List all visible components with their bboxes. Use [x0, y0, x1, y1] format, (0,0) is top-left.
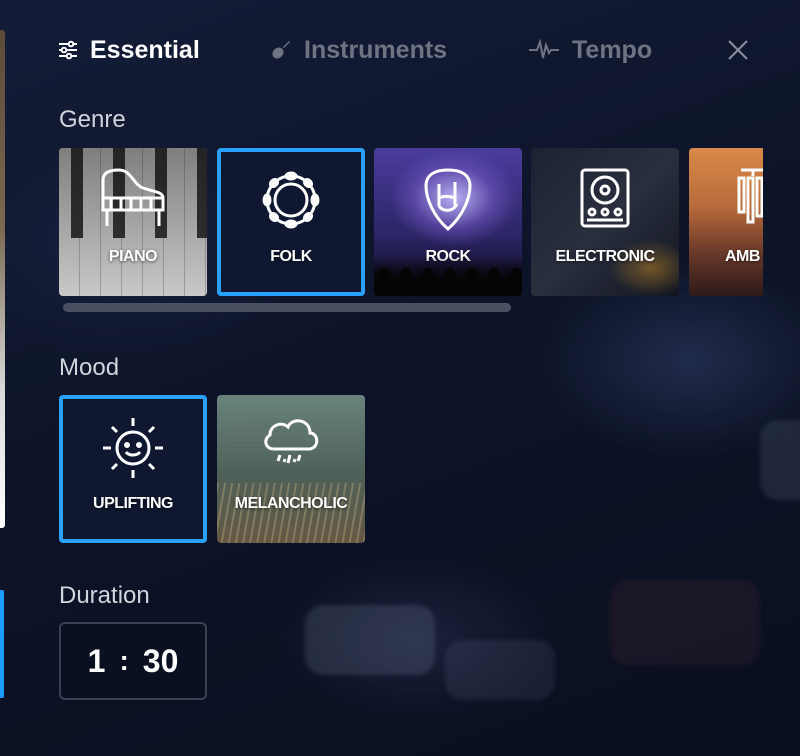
grand-piano-icon	[101, 168, 165, 226]
tab-label: Essential	[90, 35, 200, 64]
tab-label: Tempo	[572, 35, 653, 64]
genre-label: ELECTRONIC	[555, 248, 656, 265]
tab-tempo[interactable]: Tempo	[528, 30, 652, 70]
genre-card-rock[interactable]: ROCK	[374, 148, 522, 296]
genre-label: PIANO	[108, 248, 158, 265]
smiling-sun-icon	[103, 418, 163, 478]
scrollbar-thumb[interactable]	[63, 303, 511, 312]
tab-essential[interactable]: Essential	[58, 30, 200, 70]
duration-separator: :	[119, 645, 129, 676]
duration-seconds[interactable]: 30	[143, 643, 179, 680]
duration-heading: Duration	[59, 582, 150, 609]
wind-chime-icon	[737, 168, 763, 224]
genre-card-electronic[interactable]: ELECTRONIC	[531, 148, 679, 296]
mood-heading: Mood	[59, 354, 120, 381]
genre-label: ROCK	[425, 248, 471, 265]
mood-label: MELANCHOLIC	[234, 495, 348, 512]
dj-mixer-icon	[580, 168, 630, 228]
genre-card-ambient[interactable]: AMB	[689, 148, 763, 296]
mood-card-uplifting[interactable]: UPLIFTING	[59, 395, 207, 543]
sliders-icon	[58, 40, 78, 60]
background-decor	[305, 605, 435, 675]
close-icon	[728, 40, 748, 60]
tab-instruments[interactable]: Instruments	[270, 30, 447, 70]
genre-carousel: PIANO FOLK ROCK ELECTRONIC AMB	[59, 148, 763, 298]
mood-grid: UPLIFTING MELANCHOLIC	[59, 395, 379, 545]
genre-card-piano[interactable]: PIANO	[59, 148, 207, 296]
genre-label: AMB	[725, 248, 760, 265]
underlying-window-edge	[0, 30, 5, 528]
duration-input[interactable]: 1 : 30	[59, 622, 207, 700]
guitar-icon	[270, 39, 292, 61]
rain-cloud-icon	[264, 419, 319, 464]
mood-label: UPLIFTING	[93, 495, 173, 512]
close-button[interactable]	[726, 38, 750, 62]
background-decor	[760, 420, 800, 500]
tambourine-icon	[262, 171, 320, 229]
tab-bar: Essential Instruments Tempo	[58, 30, 760, 70]
genre-label: FOLK	[270, 248, 312, 265]
background-decor	[445, 640, 555, 700]
genre-heading: Genre	[59, 106, 126, 133]
rock-hand-pick-icon	[424, 168, 472, 231]
duration-minutes[interactable]: 1	[88, 643, 106, 680]
mood-card-melancholic[interactable]: MELANCHOLIC	[217, 395, 365, 543]
tab-label: Instruments	[304, 35, 448, 64]
waveform-icon	[528, 39, 560, 61]
genre-card-folk[interactable]: FOLK	[217, 148, 365, 296]
genre-scrollbar[interactable]	[59, 303, 763, 312]
underlying-selection-accent	[0, 590, 4, 698]
background-decor	[610, 580, 760, 665]
